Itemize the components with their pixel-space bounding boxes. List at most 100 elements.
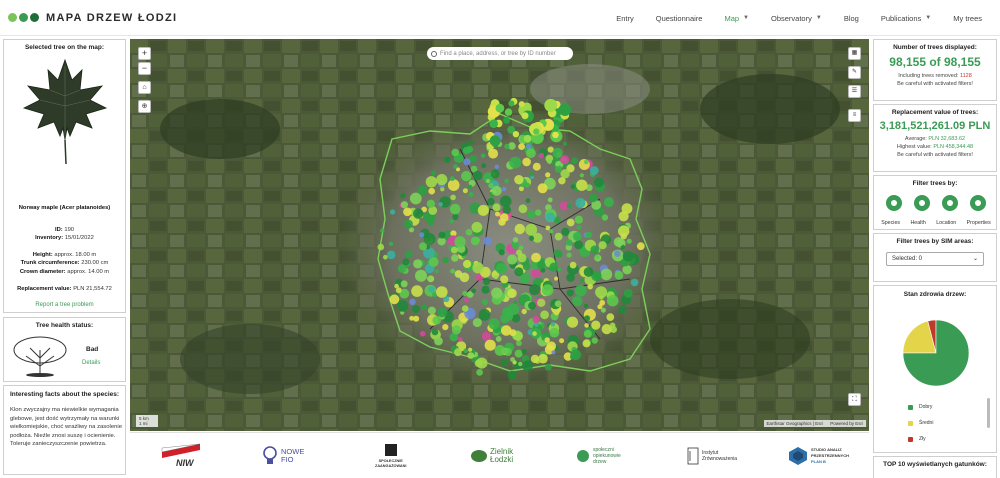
tree-marker[interactable] [518, 101, 525, 108]
tree-marker[interactable] [389, 241, 394, 246]
filter-location-label[interactable]: Location [936, 220, 956, 226]
tree-marker[interactable] [524, 182, 530, 189]
tree-marker[interactable] [553, 249, 562, 257]
tree-marker[interactable] [454, 236, 466, 248]
sim-areas-select[interactable]: Selected: 0 ⌄ [886, 252, 984, 266]
tree-marker[interactable] [554, 300, 562, 308]
tree-marker[interactable] [428, 187, 436, 195]
tree-marker[interactable] [494, 345, 506, 356]
tree-marker[interactable] [544, 98, 558, 112]
tree-marker[interactable] [530, 354, 540, 364]
tree-marker[interactable] [472, 262, 484, 274]
tree-marker[interactable] [400, 192, 406, 199]
tree-marker[interactable] [481, 331, 491, 341]
tree-marker[interactable] [570, 184, 576, 190]
tree-marker[interactable] [528, 301, 536, 310]
tree-marker[interactable] [442, 256, 450, 264]
tree-marker[interactable] [476, 369, 483, 376]
tree-marker[interactable] [419, 232, 425, 238]
tree-marker[interactable] [454, 270, 463, 278]
tree-marker[interactable] [495, 103, 505, 113]
nav-observatory[interactable]: Observatory ▼ [771, 14, 822, 23]
tree-marker[interactable] [570, 349, 582, 361]
tree-marker[interactable] [584, 315, 591, 322]
tree-marker[interactable] [594, 177, 604, 188]
tree-marker[interactable] [489, 135, 501, 147]
tree-marker[interactable] [503, 347, 512, 356]
tree-marker[interactable] [554, 232, 563, 241]
tree-marker[interactable] [437, 307, 448, 318]
tree-marker[interactable] [518, 186, 524, 192]
tree-marker[interactable] [565, 239, 573, 246]
tree-marker[interactable] [477, 204, 489, 216]
health-details-link[interactable]: Details [82, 360, 100, 366]
tree-marker[interactable] [523, 134, 532, 143]
tree-marker[interactable] [561, 227, 570, 236]
tree-marker[interactable] [623, 288, 633, 298]
tree-marker[interactable] [499, 195, 512, 208]
tree-marker[interactable] [482, 277, 491, 286]
tree-marker[interactable] [484, 339, 496, 351]
tree-marker[interactable] [552, 147, 563, 159]
tree-marker[interactable] [504, 143, 510, 150]
tree-marker[interactable] [494, 164, 500, 170]
tree-marker[interactable] [558, 177, 566, 185]
tree-marker[interactable] [438, 231, 446, 239]
tree-marker[interactable] [444, 156, 451, 163]
tree-marker[interactable] [636, 242, 645, 251]
tree-marker[interactable] [591, 337, 598, 344]
tree-marker[interactable] [504, 178, 509, 184]
nav-entry[interactable]: Entry [616, 14, 634, 23]
tree-marker[interactable] [609, 322, 616, 329]
tree-marker[interactable] [409, 298, 416, 305]
tree-marker[interactable] [428, 286, 435, 293]
tree-marker[interactable] [488, 318, 500, 330]
tree-marker[interactable] [474, 359, 483, 367]
tree-marker[interactable] [566, 203, 572, 209]
tree-marker[interactable] [521, 308, 527, 315]
tree-marker[interactable] [549, 229, 554, 234]
tree-marker[interactable] [528, 235, 535, 241]
tree-marker[interactable] [386, 250, 396, 260]
tree-marker[interactable] [514, 349, 523, 358]
tree-marker[interactable] [491, 287, 503, 299]
tree-marker[interactable] [555, 161, 561, 167]
tree-marker[interactable] [562, 141, 568, 146]
tree-marker[interactable] [522, 262, 531, 271]
tree-marker[interactable] [413, 259, 423, 269]
tree-marker[interactable] [626, 238, 632, 244]
tree-marker[interactable] [467, 184, 473, 189]
map-canvas[interactable] [130, 39, 869, 431]
tree-marker[interactable] [508, 100, 515, 107]
tree-marker[interactable] [495, 211, 500, 217]
fullscreen-button[interactable]: ⛶ [848, 393, 861, 406]
tree-marker[interactable] [545, 212, 556, 223]
tree-marker[interactable] [462, 188, 468, 194]
tree-marker[interactable] [442, 324, 449, 331]
tree-map[interactable]: + − ⌂ ⊕ Find a place, address, or tree b… [130, 39, 869, 431]
tree-marker[interactable] [507, 288, 517, 298]
tree-marker[interactable] [554, 276, 559, 281]
tree-marker[interactable] [454, 348, 462, 357]
tree-marker[interactable] [485, 178, 491, 184]
tree-marker[interactable] [451, 254, 459, 262]
tree-marker[interactable] [514, 175, 524, 185]
tree-marker[interactable] [425, 176, 438, 188]
tree-marker[interactable] [622, 250, 634, 262]
tree-marker[interactable] [585, 231, 593, 239]
locate-button[interactable]: ⊕ [138, 100, 151, 113]
tree-marker[interactable] [495, 336, 502, 342]
tree-marker[interactable] [463, 259, 472, 269]
tree-marker[interactable] [451, 148, 460, 157]
legend-scrollbar[interactable] [987, 398, 990, 428]
tree-marker[interactable] [483, 236, 492, 246]
tree-marker[interactable] [481, 163, 487, 169]
tree-marker[interactable] [600, 307, 606, 313]
tree-marker[interactable] [538, 152, 545, 159]
tree-marker[interactable] [566, 218, 575, 227]
nav-map[interactable]: Map ▼ [724, 14, 749, 23]
tree-marker[interactable] [549, 327, 560, 338]
tree-marker[interactable] [397, 264, 407, 273]
filter-health-button[interactable] [914, 195, 930, 211]
tree-marker[interactable] [522, 360, 533, 372]
